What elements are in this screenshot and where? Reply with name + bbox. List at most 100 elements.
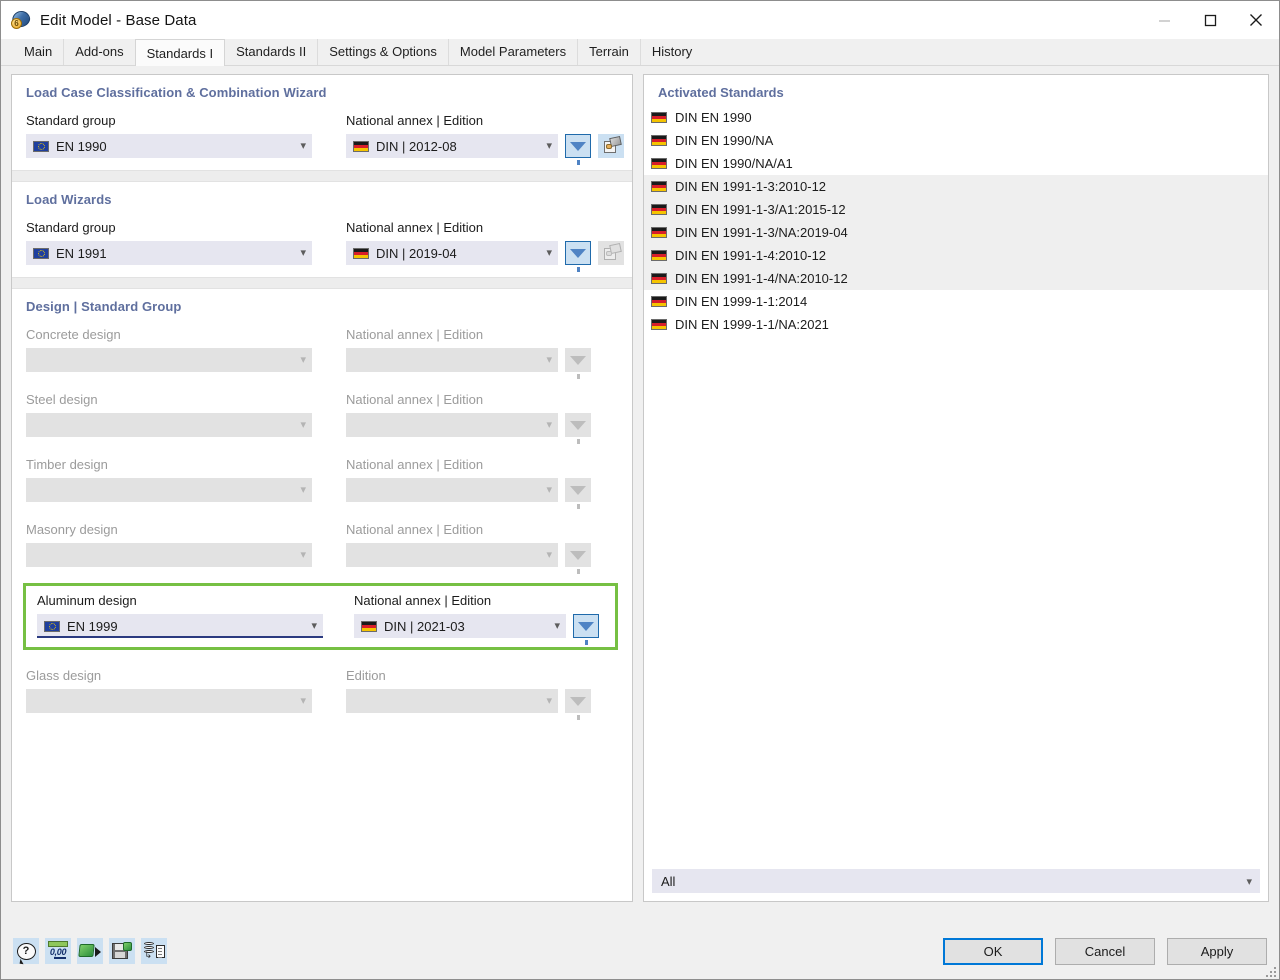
list-item[interactable]: DIN EN 1991-1-3/A1:2015-12 (644, 198, 1268, 221)
close-icon[interactable] (1233, 1, 1279, 39)
window-title: Edit Model - Base Data (40, 11, 197, 29)
combo-value: EN 1990 (56, 138, 107, 154)
wizard-settings-button-lcc[interactable] (598, 134, 624, 158)
export-icon (78, 942, 101, 960)
field-label: National annex | Edition (346, 392, 484, 407)
help-icon: ? (16, 942, 36, 960)
de-flag-icon (651, 135, 667, 146)
list-item[interactable]: DIN EN 1991-1-3/NA:2019-04 (644, 221, 1268, 244)
masonry-design-select: ▾ (26, 543, 312, 567)
field-label: National annex | Edition (346, 327, 484, 342)
chevron-down-icon: ▾ (546, 353, 552, 366)
tab-history[interactable]: History (639, 39, 704, 65)
section-title: Load Wizards (26, 192, 112, 207)
minimize-icon[interactable] (1141, 1, 1187, 39)
section-design-standard-group: Design | Standard Group Concrete design … (12, 289, 632, 720)
footer-buttons: OK Cancel Apply (943, 937, 1267, 965)
aluminum-annex-select[interactable]: DIN | 2021-03 ▾ (354, 614, 566, 638)
save-button[interactable] (109, 938, 135, 964)
filter-button-steel (565, 413, 591, 444)
list-item-label: DIN EN 1991-1-3/A1:2015-12 (675, 202, 846, 217)
report-button[interactable]: ↳ (141, 938, 167, 964)
chevron-down-icon: ▾ (300, 139, 306, 152)
national-annex-select-lcc[interactable]: DIN | 2012-08 ▾ (346, 134, 558, 158)
concrete-annex-select: ▾ (346, 348, 558, 372)
de-flag-icon (651, 227, 667, 238)
tab-model-parameters[interactable]: Model Parameters (447, 39, 578, 65)
filter-button-aluminum[interactable] (573, 614, 599, 645)
help-glyph: ? (16, 942, 36, 960)
design-row-aluminum: Aluminum design EN 1999 ▾ National annex… (37, 593, 604, 645)
resize-grip[interactable] (1264, 965, 1276, 977)
section-load-case-wizard: Load Case Classification & Combination W… (12, 75, 632, 170)
standard-group-group: Standard group EN 1991 ▾ (26, 220, 346, 265)
design-row-masonry: Masonry design ▾ National annex | Editio… (26, 522, 618, 574)
list-item[interactable]: DIN EN 1991-1-3:2010-12 (644, 175, 1268, 198)
field-label: National annex | Edition (346, 457, 484, 472)
standard-group-group: Standard group EN 1990 ▾ (26, 113, 346, 158)
units-icon: 0,00 (47, 941, 69, 961)
activated-standards-list[interactable]: DIN EN 1990 DIN EN 1990/NA DIN EN 1990/N… (644, 106, 1268, 863)
filter-icon (570, 420, 586, 444)
list-item-label: DIN EN 1990/NA/A1 (675, 156, 793, 171)
tab-terrain[interactable]: Terrain (577, 39, 640, 65)
chevron-down-icon: ▾ (546, 246, 552, 259)
filter-button-lcc[interactable] (565, 134, 591, 165)
section-divider (12, 170, 632, 182)
list-item[interactable]: DIN EN 1991-1-4/NA:2010-12 (644, 267, 1268, 290)
list-item[interactable]: DIN EN 1990 (644, 106, 1268, 129)
national-annex-group: National annex | Edition DIN | 2012-08 ▾ (346, 113, 624, 165)
tab-standards-i[interactable]: Standards I (134, 39, 226, 66)
ok-button[interactable]: OK (943, 937, 1043, 965)
standards-settings-panel: Load Case Classification & Combination W… (11, 74, 633, 902)
chevron-down-icon: ▾ (300, 418, 306, 431)
standards-filter-footer: All ▾ (644, 863, 1268, 901)
design-row-timber: Timber design ▾ National annex | Edition… (26, 457, 618, 509)
list-item-label: DIN EN 1999-1-1/NA:2021 (675, 317, 829, 332)
filter-icon (570, 550, 586, 574)
field-label: Glass design (26, 668, 102, 683)
list-item[interactable]: DIN EN 1990/NA/A1 (644, 152, 1268, 175)
standard-group-select-lcc[interactable]: EN 1990 ▾ (26, 134, 312, 158)
maximize-icon[interactable] (1187, 1, 1233, 39)
list-item-label: DIN EN 1990/NA (675, 133, 774, 148)
activated-standards-title: Activated Standards (658, 85, 784, 100)
de-flag-icon (353, 247, 369, 259)
list-item[interactable]: DIN EN 1999-1-1/NA:2021 (644, 313, 1268, 336)
tab-standards-ii[interactable]: Standards II (225, 39, 318, 65)
tab-add-ons[interactable]: Add-ons (63, 39, 135, 65)
field-label: Masonry design (26, 522, 118, 537)
filter-button-lw[interactable] (565, 241, 591, 272)
footer-toolbar: ? 0,00 ↳ (13, 938, 167, 964)
tab-main[interactable]: Main (13, 39, 64, 65)
field-label: Aluminum design (37, 593, 137, 608)
national-annex-select-lw[interactable]: DIN | 2019-04 ▾ (346, 241, 558, 265)
list-item-label: DIN EN 1999-1-1:2014 (675, 294, 808, 309)
chevron-down-icon: ▾ (300, 548, 306, 561)
list-item[interactable]: DIN EN 1991-1-4:2010-12 (644, 244, 1268, 267)
window-controls (1141, 1, 1279, 39)
timber-design-select: ▾ (26, 478, 312, 502)
tab-bar: Main Add-ons Standards I Standards II Se… (1, 39, 1279, 66)
aluminum-design-select[interactable]: EN 1999 ▾ (37, 614, 323, 638)
help-button[interactable]: ? (13, 938, 39, 964)
de-flag-icon (651, 250, 667, 261)
standard-group-select-lw[interactable]: EN 1991 ▾ (26, 241, 312, 265)
field-label: Standard group (26, 113, 116, 128)
list-item[interactable]: DIN EN 1999-1-1:2014 (644, 290, 1268, 313)
de-flag-icon (651, 296, 667, 307)
chevron-down-icon: ▾ (546, 694, 552, 707)
list-item[interactable]: DIN EN 1990/NA (644, 129, 1268, 152)
cancel-button[interactable]: Cancel (1055, 937, 1155, 965)
tab-settings-options[interactable]: Settings & Options (317, 39, 448, 65)
dialog-content: Load Case Classification & Combination W… (1, 66, 1279, 923)
export-button[interactable] (77, 938, 103, 964)
list-item-label: DIN EN 1991-1-3/NA:2019-04 (675, 225, 848, 240)
field-label: Edition (346, 668, 386, 683)
units-button[interactable]: 0,00 (45, 938, 71, 964)
chevron-down-icon: ▾ (300, 246, 306, 259)
chevron-down-icon: ▾ (300, 353, 306, 366)
apply-button[interactable]: Apply (1167, 937, 1267, 965)
standards-filter-select[interactable]: All ▾ (652, 869, 1260, 893)
section-load-wizards: Load Wizards Standard group EN 1991 ▾ Na… (12, 182, 632, 277)
